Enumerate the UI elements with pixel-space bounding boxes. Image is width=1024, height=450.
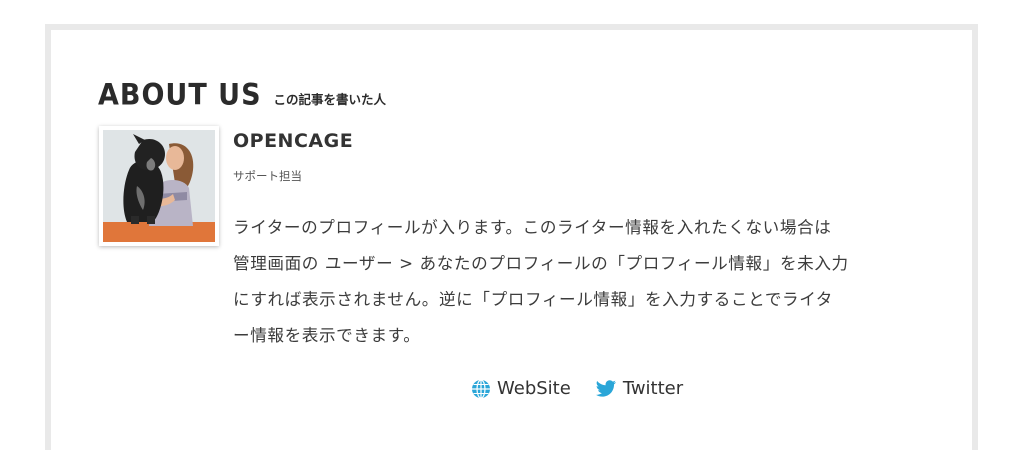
author-photo bbox=[103, 130, 215, 242]
twitter-link[interactable]: Twitter bbox=[595, 378, 683, 399]
author-box: ABOUT US この記事を書いた人 OPENCAGE サポート担当 ライターの… bbox=[45, 24, 978, 450]
about-subtitle: この記事を書いた人 bbox=[273, 92, 387, 107]
globe-icon bbox=[471, 378, 491, 399]
author-links: WebSite Twitter bbox=[471, 378, 683, 399]
author-role: サポート担当 bbox=[233, 169, 302, 183]
bio-line: にすれば表示されません。逆に「プロフィール情報」を入力することでライタ bbox=[233, 290, 833, 309]
about-heading: ABOUT US この記事を書いた人 bbox=[98, 78, 387, 113]
twitter-bird-icon bbox=[595, 379, 617, 398]
bio-line: 管理画面の ユーザー > あなたのプロフィールの「プロフィール情報」を未入力 bbox=[233, 254, 849, 273]
author-name: OPENCAGE bbox=[233, 130, 354, 152]
bio-line: ライターのプロフィールが入ります。このライター情報を入れたくない場合は bbox=[233, 218, 832, 237]
author-avatar bbox=[99, 126, 219, 246]
bio-line: ー情報を表示できます。 bbox=[233, 326, 421, 345]
website-label: WebSite bbox=[497, 378, 571, 399]
author-bio: ライターのプロフィールが入ります。このライター情報を入れたくない場合は 管理画面… bbox=[233, 210, 923, 354]
website-link[interactable]: WebSite bbox=[471, 378, 571, 399]
twitter-label: Twitter bbox=[622, 378, 684, 399]
about-title: ABOUT US bbox=[98, 78, 262, 113]
